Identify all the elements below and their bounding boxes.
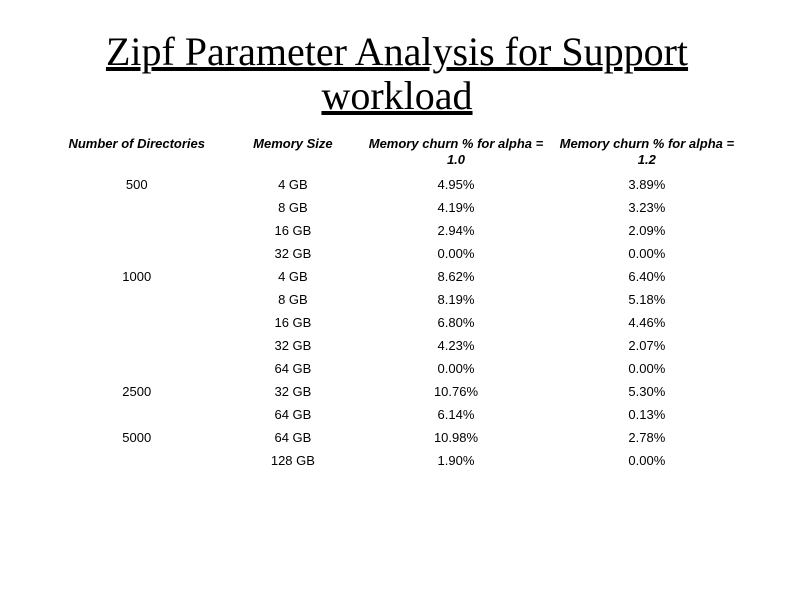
cell-directories: 5000	[50, 426, 224, 449]
cell-memory-size: 64 GB	[224, 403, 363, 426]
cell-memory-size: 128 GB	[224, 449, 363, 472]
cell-churn-alpha-1-2: 4.46%	[550, 311, 744, 334]
cell-churn-alpha-1-0: 6.14%	[362, 403, 549, 426]
cell-churn-alpha-1-2: 6.40%	[550, 265, 744, 288]
cell-directories: 1000	[50, 265, 224, 288]
cell-churn-alpha-1-2: 5.18%	[550, 288, 744, 311]
cell-churn-alpha-1-2: 2.78%	[550, 426, 744, 449]
cell-churn-alpha-1-0: 4.23%	[362, 334, 549, 357]
cell-memory-size: 64 GB	[224, 357, 363, 380]
cell-directories	[50, 196, 224, 219]
cell-churn-alpha-1-0: 10.98%	[362, 426, 549, 449]
cell-churn-alpha-1-2: 3.89%	[550, 173, 744, 196]
data-table: Number of Directories Memory Size Memory…	[50, 132, 744, 472]
header-churn-1-0: Memory churn % for alpha = 1.0	[362, 132, 549, 173]
table-row: 250032 GB10.76%5.30%	[50, 380, 744, 403]
table-row: 8 GB4.19%3.23%	[50, 196, 744, 219]
cell-memory-size: 32 GB	[224, 334, 363, 357]
cell-churn-alpha-1-0: 1.90%	[362, 449, 549, 472]
table-row: 128 GB1.90%0.00%	[50, 449, 744, 472]
cell-churn-alpha-1-0: 0.00%	[362, 242, 549, 265]
cell-churn-alpha-1-2: 0.00%	[550, 242, 744, 265]
cell-directories	[50, 449, 224, 472]
cell-directories	[50, 357, 224, 380]
table-row: 5004 GB4.95%3.89%	[50, 173, 744, 196]
cell-memory-size: 64 GB	[224, 426, 363, 449]
table-row: 10004 GB8.62%6.40%	[50, 265, 744, 288]
cell-churn-alpha-1-2: 2.09%	[550, 219, 744, 242]
table-header-row: Number of Directories Memory Size Memory…	[50, 132, 744, 173]
cell-churn-alpha-1-0: 0.00%	[362, 357, 549, 380]
header-memory-size: Memory Size	[224, 132, 363, 173]
cell-directories: 500	[50, 173, 224, 196]
table-row: 500064 GB10.98%2.78%	[50, 426, 744, 449]
table-row: 8 GB8.19%5.18%	[50, 288, 744, 311]
table-row: 16 GB6.80%4.46%	[50, 311, 744, 334]
table-row: 64 GB0.00%0.00%	[50, 357, 744, 380]
cell-memory-size: 16 GB	[224, 219, 363, 242]
cell-directories	[50, 403, 224, 426]
table-row: 64 GB6.14%0.13%	[50, 403, 744, 426]
cell-directories	[50, 288, 224, 311]
table-row: 16 GB2.94%2.09%	[50, 219, 744, 242]
cell-churn-alpha-1-0: 4.95%	[362, 173, 549, 196]
cell-directories: 2500	[50, 380, 224, 403]
cell-churn-alpha-1-2: 5.30%	[550, 380, 744, 403]
table-row: 32 GB4.23%2.07%	[50, 334, 744, 357]
cell-churn-alpha-1-2: 2.07%	[550, 334, 744, 357]
cell-memory-size: 8 GB	[224, 288, 363, 311]
cell-memory-size: 32 GB	[224, 242, 363, 265]
cell-churn-alpha-1-2: 3.23%	[550, 196, 744, 219]
page-title: Zipf Parameter Analysis for Support work…	[50, 30, 744, 118]
cell-directories	[50, 242, 224, 265]
cell-memory-size: 16 GB	[224, 311, 363, 334]
cell-churn-alpha-1-2: 0.00%	[550, 449, 744, 472]
cell-churn-alpha-1-0: 8.62%	[362, 265, 549, 288]
cell-memory-size: 32 GB	[224, 380, 363, 403]
cell-churn-alpha-1-0: 8.19%	[362, 288, 549, 311]
cell-churn-alpha-1-2: 0.00%	[550, 357, 744, 380]
cell-churn-alpha-1-0: 4.19%	[362, 196, 549, 219]
cell-churn-alpha-1-0: 6.80%	[362, 311, 549, 334]
cell-directories	[50, 219, 224, 242]
cell-churn-alpha-1-0: 10.76%	[362, 380, 549, 403]
cell-directories	[50, 311, 224, 334]
cell-memory-size: 4 GB	[224, 265, 363, 288]
cell-directories	[50, 334, 224, 357]
cell-memory-size: 4 GB	[224, 173, 363, 196]
header-churn-1-2: Memory churn % for alpha = 1.2	[550, 132, 744, 173]
table-row: 32 GB0.00%0.00%	[50, 242, 744, 265]
cell-memory-size: 8 GB	[224, 196, 363, 219]
cell-churn-alpha-1-2: 0.13%	[550, 403, 744, 426]
header-directories: Number of Directories	[50, 132, 224, 173]
cell-churn-alpha-1-0: 2.94%	[362, 219, 549, 242]
